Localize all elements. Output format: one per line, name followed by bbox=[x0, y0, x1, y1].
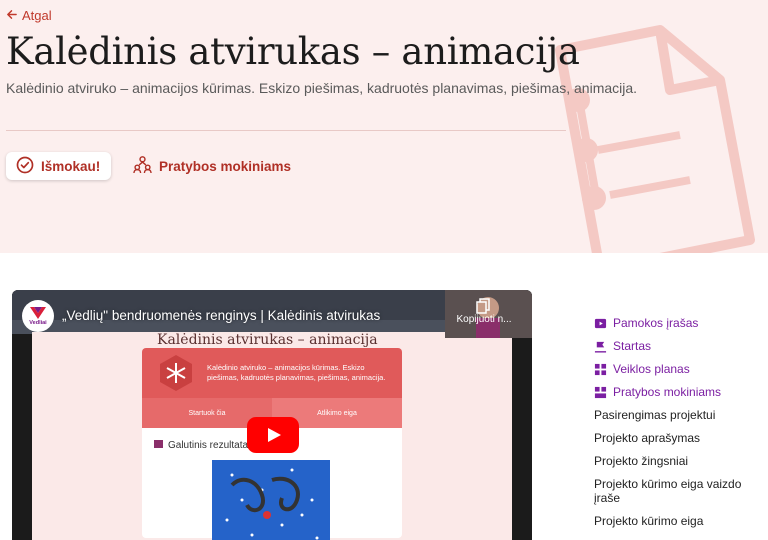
hexagon-logo-icon bbox=[160, 355, 192, 391]
vedliai-logo-icon bbox=[30, 307, 46, 319]
exercises-icon bbox=[594, 386, 607, 398]
copy-link-button[interactable]: Kopijuoti n... bbox=[448, 298, 520, 325]
play-icon bbox=[247, 417, 299, 453]
channel-label: Vedliai bbox=[29, 320, 47, 326]
sidebar-item-label: Projekto kūrimo eiga vaizdo įraše bbox=[594, 477, 742, 505]
video-icon bbox=[594, 318, 607, 328]
inner-page-title: Kalėdinis atvirukas – animacija bbox=[157, 332, 378, 348]
inner-result-label: Galutinis rezultatas bbox=[168, 440, 254, 451]
sidebar-item-progress[interactable]: Projekto kūrimo eiga bbox=[594, 514, 768, 528]
sidebar-item-exercises[interactable]: Pratybos mokiniams bbox=[594, 385, 768, 399]
sidebar-item-label: Pamokos įrašas bbox=[613, 316, 699, 330]
image-icon bbox=[154, 440, 163, 451]
sidebar-item-activity-plan[interactable]: Veiklos planas bbox=[594, 362, 768, 376]
sidebar-item-label: Projekto žingsniai bbox=[594, 454, 689, 468]
sidebar-item-label: Pasirengimas projektui bbox=[594, 408, 716, 422]
sidebar-item-label: Projekto aprašymas bbox=[594, 431, 701, 445]
sidebar-item-label: Startas bbox=[613, 339, 652, 353]
arrow-left-icon bbox=[6, 8, 17, 23]
play-button[interactable] bbox=[247, 417, 299, 453]
artwork-image bbox=[212, 460, 330, 540]
sidebar-item-lesson-recording[interactable]: Pamokos įrašas bbox=[594, 316, 768, 330]
back-link-label: Atgal bbox=[22, 8, 52, 23]
learned-button[interactable]: Išmokau! bbox=[6, 152, 112, 180]
inner-result: Galutinis rezultatas bbox=[154, 440, 253, 451]
sidebar-item-label: Veiklos planas bbox=[613, 362, 690, 376]
sidebar-item-video-progress[interactable]: Projekto kūrimo eiga vaizdo įraše bbox=[594, 477, 768, 505]
video-player[interactable]: Vedliai „Vedlių" bendruomenės renginys |… bbox=[12, 290, 532, 540]
sidebar-item-description[interactable]: Projekto aprašymas bbox=[594, 431, 768, 445]
people-icon bbox=[133, 155, 152, 177]
exercises-link-label: Pratybos mokiniams bbox=[159, 158, 292, 174]
sidebar-nav: Pamokos įrašas Startas Veiklos planas Pr… bbox=[594, 316, 768, 537]
page-subtitle: Kalėdinio atviruko – animacijos kūrimas.… bbox=[6, 80, 638, 96]
copy-icon bbox=[476, 298, 490, 317]
channel-avatar[interactable]: Vedliai bbox=[22, 300, 54, 332]
inner-description: Kalėdinio atviruko – animacijos kūrimas.… bbox=[207, 363, 386, 382]
sidebar-item-preparation[interactable]: Pasirengimas projektui bbox=[594, 408, 768, 422]
video-title[interactable]: „Vedlių" bendruomenės renginys | Kalėdin… bbox=[62, 308, 380, 323]
sidebar-item-label: Projekto kūrimo eiga bbox=[594, 514, 704, 528]
page-title: Kalėdinis atvirukas – animacija bbox=[6, 30, 580, 73]
hero-section: Atgal Kalėdinis atvirukas – animacija Ka… bbox=[0, 0, 768, 253]
divider bbox=[6, 130, 566, 131]
learned-button-label: Išmokau! bbox=[41, 158, 101, 174]
inner-card-header: Kalėdinio atviruko – animacijos kūrimas.… bbox=[142, 348, 402, 398]
sidebar-item-steps[interactable]: Projekto žingsniai bbox=[594, 454, 768, 468]
flag-icon bbox=[594, 341, 607, 353]
check-circle-icon bbox=[16, 156, 34, 177]
sidebar-item-start[interactable]: Startas bbox=[594, 339, 768, 353]
back-link[interactable]: Atgal bbox=[6, 8, 52, 23]
exercises-link[interactable]: Pratybos mokiniams bbox=[133, 155, 291, 177]
plan-icon bbox=[594, 363, 607, 375]
sidebar-item-label: Pratybos mokiniams bbox=[613, 385, 722, 399]
